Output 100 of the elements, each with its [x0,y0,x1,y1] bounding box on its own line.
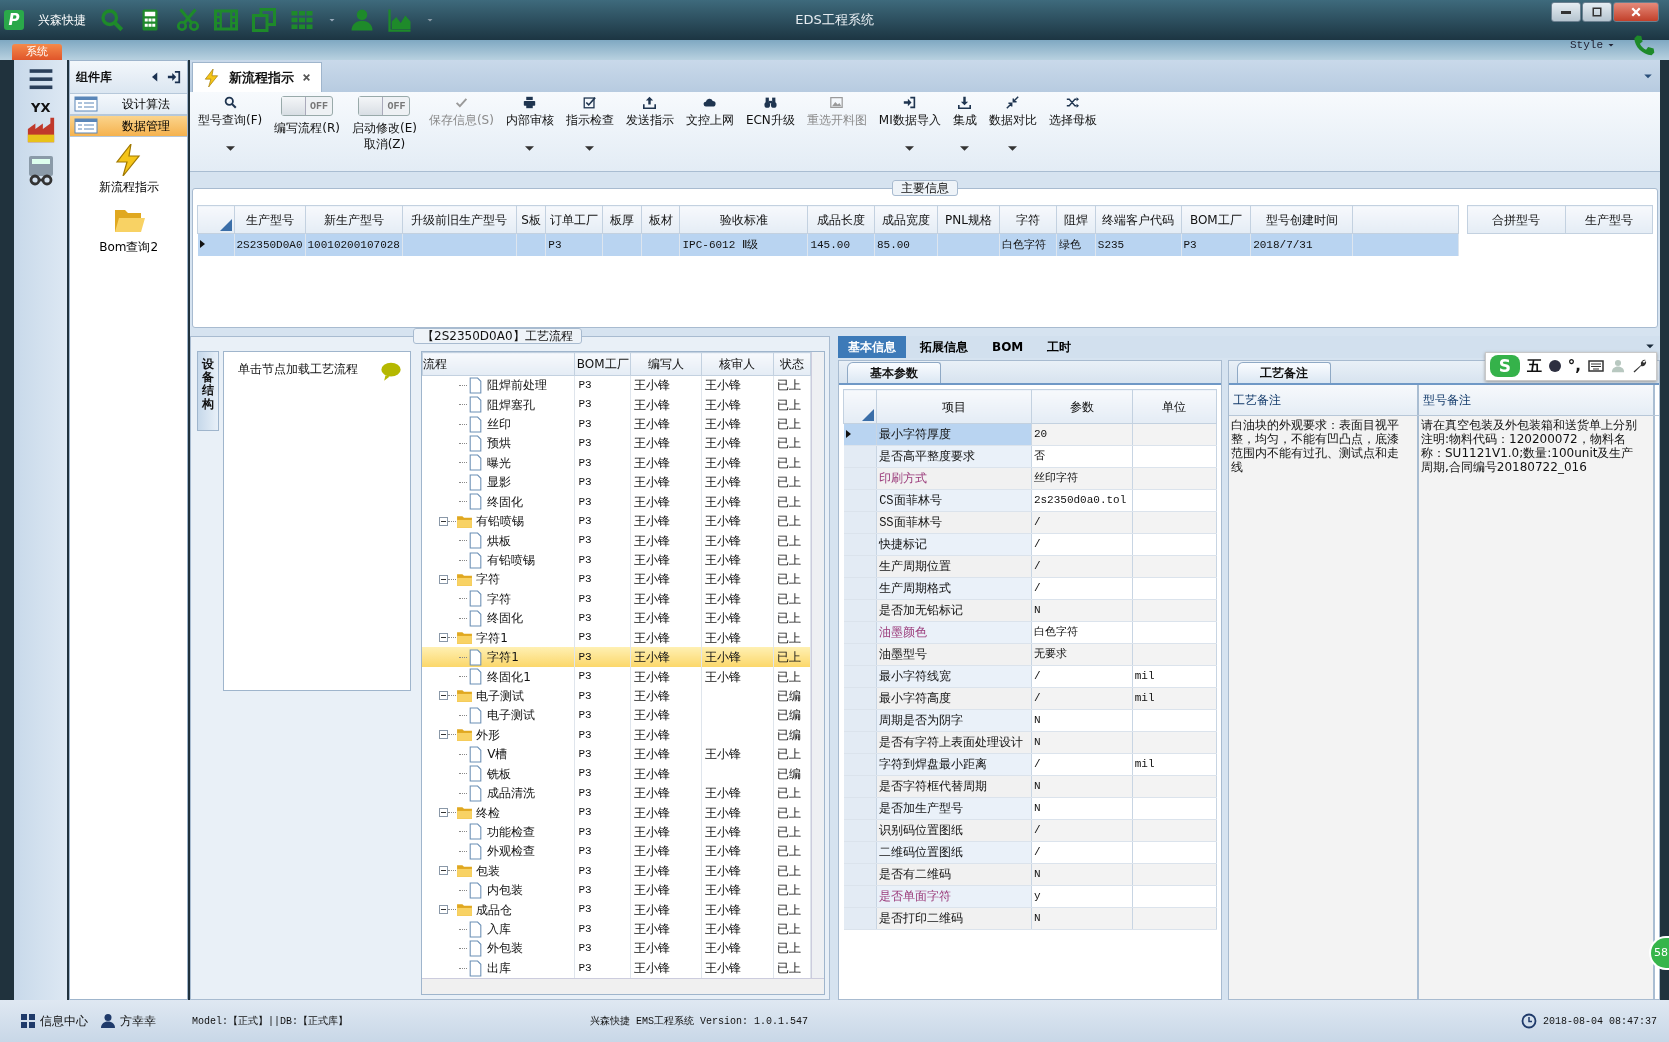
tool-shortcut[interactable]: 新流程指示 [70,143,187,197]
tree-row[interactable]: 成品仓 P3 王小锋 王小锋 已上 [422,899,811,920]
column-header[interactable]: 成品长度 [807,205,875,234]
column-header[interactable]: 订单工厂 [545,205,603,234]
panel-item[interactable]: 数据管理 [70,115,187,137]
column-header[interactable]: 参数 [1031,389,1133,424]
tree-row[interactable]: 丝印 P3 王小锋 王小锋 已上 [422,414,811,434]
tree-row[interactable]: 阻焊塞孔 P3 王小锋 王小锋 已上 [422,394,811,415]
tree-row[interactable]: 包装 P3 王小锋 王小锋 已上 [422,861,811,881]
document-tab[interactable]: 新流程指示 [192,62,322,92]
tree-row[interactable]: 内包装 P3 王小锋 王小锋 已上 [422,880,811,900]
punctuation-mode[interactable]: °, [1567,355,1581,378]
panel-tab[interactable]: 基本参数 [847,362,941,383]
toolbar-button[interactable]: 数据对比 [986,96,1039,128]
tool-shortcut[interactable]: Bom查询2 [70,203,187,257]
column-header[interactable]: BOM工厂 [1181,205,1251,234]
tree-row[interactable]: 烘板 P3 王小锋 王小锋 已上 [422,530,811,551]
table-row[interactable]: 印刷方式 丝印字符 [843,467,1217,490]
tree-row[interactable]: 外形 P3 王小锋 已编 [422,725,811,745]
table-row[interactable]: 最小字符厚度 20 [843,423,1217,446]
table-row[interactable]: 字符到焊盘最小距离 / mil [843,753,1217,776]
column-header[interactable]: 板材 [641,205,680,234]
side-tab[interactable]: 设备结构 [197,351,219,431]
table-row[interactable]: SS面菲林号 / [843,511,1217,534]
table-row[interactable]: CS面菲林号 2s2350d0a0.tol [843,489,1217,512]
toolbar-button[interactable]: 启动修改(E) 取消(Z) [349,120,419,152]
table-row[interactable]: 快捷标记 / [843,533,1217,556]
table-row[interactable]: 二维码位置图纸 / [843,841,1217,864]
tree-row[interactable]: 显影 P3 王小锋 王小锋 已上 [422,472,811,493]
tree-row[interactable]: 电子测试 P3 王小锋 已编 [422,686,811,706]
table-row[interactable]: 生产周期位置 / [843,555,1217,578]
table-row[interactable]: 最小字符线宽 / mil [843,665,1217,688]
remark-text[interactable]: 白油块的外观要求：表面目视平整，均匀，不能有凹凸点，底漆范围内不能有过孔、测试点和走线 [1229,416,1419,999]
column-header[interactable]: 核审人 [701,352,774,375]
input-mode[interactable]: 五 [1526,355,1542,378]
column-header[interactable]: 升级前旧生产型号 [402,205,517,234]
toolbar-button[interactable]: 集成 [950,96,979,128]
column-header[interactable]: 成品宽度 [874,205,938,234]
table-row[interactable]: 识别码位置图纸 / [843,819,1217,842]
toolbar-button[interactable]: 编写流程(R) [272,120,342,136]
toggle-switch[interactable]: OFF [358,96,411,116]
column-header[interactable]: 新生产型号 [305,205,403,234]
status-item[interactable]: 信息中心 [40,1012,88,1030]
column-header[interactable]: 终端客户代码 [1095,205,1181,234]
column-header[interactable]: 板厚 [602,205,642,234]
tree-row[interactable]: V槽 P3 王小锋 王小锋 已上 [422,744,811,764]
toolbar-button[interactable]: 型号查询(F) [196,96,265,128]
tree-row[interactable]: 终固化 P3 王小锋 王小锋 已上 [422,608,811,628]
column-header[interactable]: 项目 [876,389,1032,424]
column-header[interactable]: S板 [516,205,546,234]
tree-row[interactable]: 终固化 P3 王小锋 王小锋 已上 [422,492,811,512]
detail-tab[interactable]: 基本信息 [838,336,906,358]
table-row[interactable]: 生产周期格式 / [843,577,1217,600]
column-header[interactable]: 验收标准 [680,205,808,234]
tree-row[interactable]: 字符1 P3 王小锋 王小锋 已上 [422,647,811,667]
toolbar-button[interactable]: 指示检查 [563,96,616,128]
column-header[interactable]: 生产型号 [1565,205,1653,234]
tree-row[interactable]: 有铅喷锡 P3 王小锋 王小锋 已上 [422,550,811,570]
table-row[interactable]: 是否加无铅标记 N [843,599,1217,622]
column-header[interactable]: 合拼型号 [1467,205,1566,234]
tree-row[interactable]: 铣板 P3 王小锋 已编 [422,763,811,784]
table-row[interactable]: 油墨型号 无要求 [843,643,1217,666]
detail-tab[interactable]: 拓展信息 [910,336,978,358]
column-header[interactable]: 编写人 [630,352,702,375]
tree-row[interactable]: 电子测试 P3 王小锋 已编 [422,705,811,726]
column-header[interactable]: 状态 [773,352,811,375]
column-header[interactable]: 阻焊 [1056,205,1096,234]
toolbar-button[interactable]: MI数据导入 [876,96,943,128]
detail-tab[interactable]: BOM [982,336,1034,358]
tree-row[interactable]: 成品清洗 P3 王小锋 王小锋 已上 [422,783,811,803]
table-row[interactable]: 是否有二维码 N [843,863,1217,886]
toggle-switch[interactable]: OFF [281,96,334,116]
column-header[interactable]: 型号创建时间 [1250,205,1353,234]
table-row[interactable]: 是否字符框代替周期 N [843,775,1217,798]
table-row[interactable]: 最小字符高度 / mil [843,687,1217,710]
tree-row[interactable]: 预烘 P3 王小锋 王小锋 已上 [422,433,811,454]
column-header[interactable]: 生产型号 [234,205,305,234]
panel-item[interactable]: 设计算法 [70,93,187,115]
column-header[interactable]: BOM工厂 [574,352,631,375]
table-row[interactable]: 是否加生产型号 N [843,797,1217,820]
column-header[interactable]: 流程 [422,352,575,375]
tree-row[interactable]: 终检 P3 王小锋 王小锋 已上 [422,802,811,823]
tree-row[interactable]: 外观检查 P3 王小锋 王小锋 已上 [422,841,811,862]
tree-row[interactable]: 阻焊前处理 P3 王小锋 王小锋 已上 [422,375,811,395]
tree-row[interactable]: 字符 P3 王小锋 王小锋 已上 [422,589,811,609]
panel-tab[interactable]: 工艺备注 [1237,362,1331,383]
remark-text[interactable]: 请在真空包装及外包装箱和送货单上分别注明:物料代码：120200072，物料名称：SU1121V1.0;数量:100unit及生产周期,合同编号20180722_016 [1419,416,1655,999]
table-row[interactable]: 周期是否为阴字 N [843,709,1217,732]
tree-row[interactable]: 终固化1 P3 王小锋 王小锋 已上 [422,666,811,687]
toolbar-button[interactable]: ECN升级 [743,96,797,128]
table-row[interactable]: 是否有字符上表面处理设计 N [843,731,1217,754]
factory-button[interactable]: YX [25,102,56,144]
tree-row[interactable]: 入库 P3 王小锋 王小锋 已上 [422,919,811,939]
tree-row[interactable]: 字符 P3 王小锋 王小锋 已上 [422,569,811,590]
tree-row[interactable]: 外包装 P3 王小锋 王小锋 已上 [422,938,811,959]
toolbar-button[interactable]: 选择母板 [1046,96,1099,128]
tree-row[interactable]: 功能检查 P3 王小锋 王小锋 已上 [422,822,811,842]
table-row[interactable]: 油墨颜色 白色字符 [843,621,1217,644]
style-menu[interactable]: Style [1570,36,1603,54]
toolbar-button[interactable]: 内部审核 [503,96,556,128]
